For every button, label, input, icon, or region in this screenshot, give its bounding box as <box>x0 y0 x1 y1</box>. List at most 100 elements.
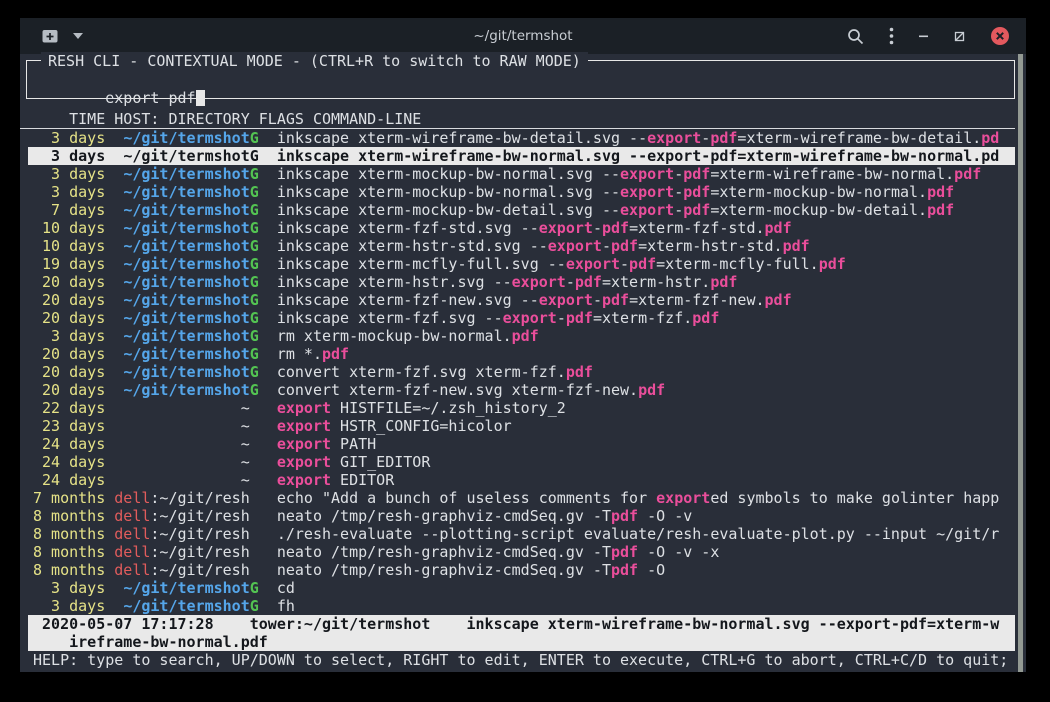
text-segment <box>105 453 240 471</box>
new-tab-icon[interactable] <box>42 29 59 44</box>
history-row[interactable]: 23 days ~ export HSTR_CONFIG=hicolor <box>28 417 1015 435</box>
text-segment: :~/git/resh <box>150 525 249 543</box>
history-row[interactable]: 3 days ~/git/termshotG inkscape xterm-mo… <box>28 165 1015 183</box>
status-bar: 2020-05-07 17:17:28 tower:~/git/termshot… <box>28 615 1015 651</box>
text-segment <box>259 579 277 597</box>
close-button[interactable] <box>990 26 1010 46</box>
text-segment: G <box>250 201 259 219</box>
tab-dropdown-caret-icon[interactable] <box>73 33 83 39</box>
text-segment: 7 days <box>33 201 105 219</box>
history-row[interactable]: 20 days ~/git/termshotG rm *.pdf <box>28 345 1015 363</box>
text-segment: =xterm-fzf. <box>593 309 692 327</box>
history-row[interactable]: 7 days ~/git/termshotG inkscape xterm-mo… <box>28 201 1015 219</box>
text-segment: 3 days <box>33 597 105 615</box>
history-row[interactable]: 20 days ~/git/termshotG convert xterm-fz… <box>28 363 1015 381</box>
text-segment: export <box>277 399 331 417</box>
history-row[interactable]: 10 days ~/git/termshotG inkscape xterm-f… <box>28 219 1015 237</box>
text-segment: 10 days <box>33 219 105 237</box>
text-segment <box>105 543 114 561</box>
text-segment: dell <box>114 507 150 525</box>
search-query-input[interactable]: export pdf <box>105 89 195 107</box>
text-segment: dell <box>114 525 150 543</box>
text-segment <box>105 597 123 615</box>
text-segment: rm *. <box>277 345 322 363</box>
search-icon[interactable] <box>847 28 864 45</box>
text-segment: neato /tmp/resh-graphviz-cmdSeq.gv -T <box>277 507 611 525</box>
text-segment: :~/git/resh <box>150 489 249 507</box>
text-segment <box>105 309 123 327</box>
text-segment: pdf <box>322 345 349 363</box>
text-segment: pdf <box>710 129 737 147</box>
text-segment: G <box>250 345 259 363</box>
text-segment: - <box>674 165 683 183</box>
history-row[interactable]: 22 days ~ export HISTFILE=~/.zsh_history… <box>28 399 1015 417</box>
history-row[interactable]: 24 days ~ export EDITOR <box>28 471 1015 489</box>
text-segment: G <box>250 255 259 273</box>
text-segment <box>105 561 114 579</box>
text-segment: 20 days <box>33 309 105 327</box>
status-line-1: 2020-05-07 17:17:28 tower:~/git/termshot… <box>33 615 1015 633</box>
text-segment <box>259 453 277 471</box>
text-segment <box>105 147 123 165</box>
text-segment <box>259 165 277 183</box>
text-segment: inkscape xterm-mockup-bw-normal.svg -- <box>277 183 620 201</box>
menu-kebab-icon[interactable] <box>889 27 894 45</box>
history-row[interactable]: 10 days ~/git/termshotG inkscape xterm-h… <box>28 237 1015 255</box>
text-segment: ed symbols to make golinter happ <box>710 489 999 507</box>
history-row[interactable]: 8 months dell:~/git/resh neato /tmp/resh… <box>28 543 1015 561</box>
history-row[interactable]: 3 days ~/git/termshotG cd <box>28 579 1015 597</box>
history-row[interactable]: 20 days ~/git/termshotG inkscape xterm-f… <box>28 309 1015 327</box>
history-row[interactable]: 3 days ~/git/termshotG inkscape xterm-wi… <box>28 147 1015 165</box>
text-segment: inkscape xterm-fzf.svg -- <box>277 309 503 327</box>
text-segment: rm xterm-mockup-bw-normal. <box>277 327 512 345</box>
text-segment: HSTR_CONFIG=hicolor <box>331 417 512 435</box>
text-segment: G <box>250 237 259 255</box>
history-row[interactable]: 8 months dell:~/git/resh neato /tmp/resh… <box>28 507 1015 525</box>
text-segment: pdf <box>927 201 954 219</box>
history-row[interactable]: 3 days ~/git/termshotG inkscape xterm-wi… <box>28 129 1015 147</box>
text-segment <box>105 417 240 435</box>
text-segment: convert xterm-fzf-new.svg xterm-fzf-new. <box>277 381 638 399</box>
text-segment: G <box>250 309 259 327</box>
history-row[interactable]: 24 days ~ export GIT_EDITOR <box>28 453 1015 471</box>
text-segment: - <box>593 291 602 309</box>
history-row[interactable]: 20 days ~/git/termshotG convert xterm-fz… <box>28 381 1015 399</box>
text-segment: 8 months <box>33 507 105 525</box>
history-row[interactable]: 8 months dell:~/git/resh ./resh-evaluate… <box>28 525 1015 543</box>
text-segment: inkscape xterm-hstr-std.svg -- <box>277 237 548 255</box>
scrollbar[interactable] <box>1018 54 1023 672</box>
history-row[interactable]: 3 days ~/git/termshotG fh <box>28 597 1015 615</box>
text-segment: ~/git/termshot <box>123 129 249 147</box>
text-segment: ~/git/termshot <box>123 327 249 345</box>
history-row[interactable]: 20 days ~/git/termshotG inkscape xterm-f… <box>28 291 1015 309</box>
text-segment <box>259 471 277 489</box>
minimize-button[interactable] <box>919 31 929 41</box>
text-segment: G <box>250 327 259 345</box>
history-row[interactable]: 8 months dell:~/git/resh neato /tmp/resh… <box>28 561 1015 579</box>
history-row[interactable]: 19 days ~/git/termshotG inkscape xterm-m… <box>28 255 1015 273</box>
history-row[interactable]: 20 days ~/git/termshotG inkscape xterm-h… <box>28 273 1015 291</box>
text-segment: convert xterm-fzf.svg xterm-fzf. <box>277 363 566 381</box>
text-segment: 19 days <box>33 255 105 273</box>
text-segment: export <box>548 237 602 255</box>
text-segment: ~ <box>241 417 250 435</box>
text-segment: inkscape xterm-wireframe-bw-detail.svg -… <box>277 129 647 147</box>
history-row[interactable]: 3 days ~/git/termshotG inkscape xterm-mo… <box>28 183 1015 201</box>
history-row[interactable]: 3 days ~/git/termshotG rm xterm-mockup-b… <box>28 327 1015 345</box>
text-segment: ~ <box>241 399 250 417</box>
history-row[interactable]: 24 days ~ export PATH <box>28 435 1015 453</box>
text-segment: =xterm-fzf-std. <box>629 219 764 237</box>
text-segment: 23 days <box>33 417 105 435</box>
search-box[interactable]: RESH CLI - CONTEXTUAL MODE - (CTRL+R to … <box>26 60 1015 99</box>
restore-button[interactable] <box>954 31 965 42</box>
titlebar[interactable]: ~/git/termshot <box>20 18 1026 54</box>
history-row[interactable]: 7 months dell:~/git/resh echo "Add a bun… <box>28 489 1015 507</box>
text-segment: 3 days <box>33 183 105 201</box>
text-segment: 20 days <box>33 291 105 309</box>
text-segment: 8 months <box>33 561 105 579</box>
text-segment: EDITOR <box>331 471 394 489</box>
text-segment: :~/git/resh <box>150 543 249 561</box>
text-segment: export <box>620 201 674 219</box>
text-segment: - <box>701 147 710 165</box>
text-segment <box>250 507 259 525</box>
